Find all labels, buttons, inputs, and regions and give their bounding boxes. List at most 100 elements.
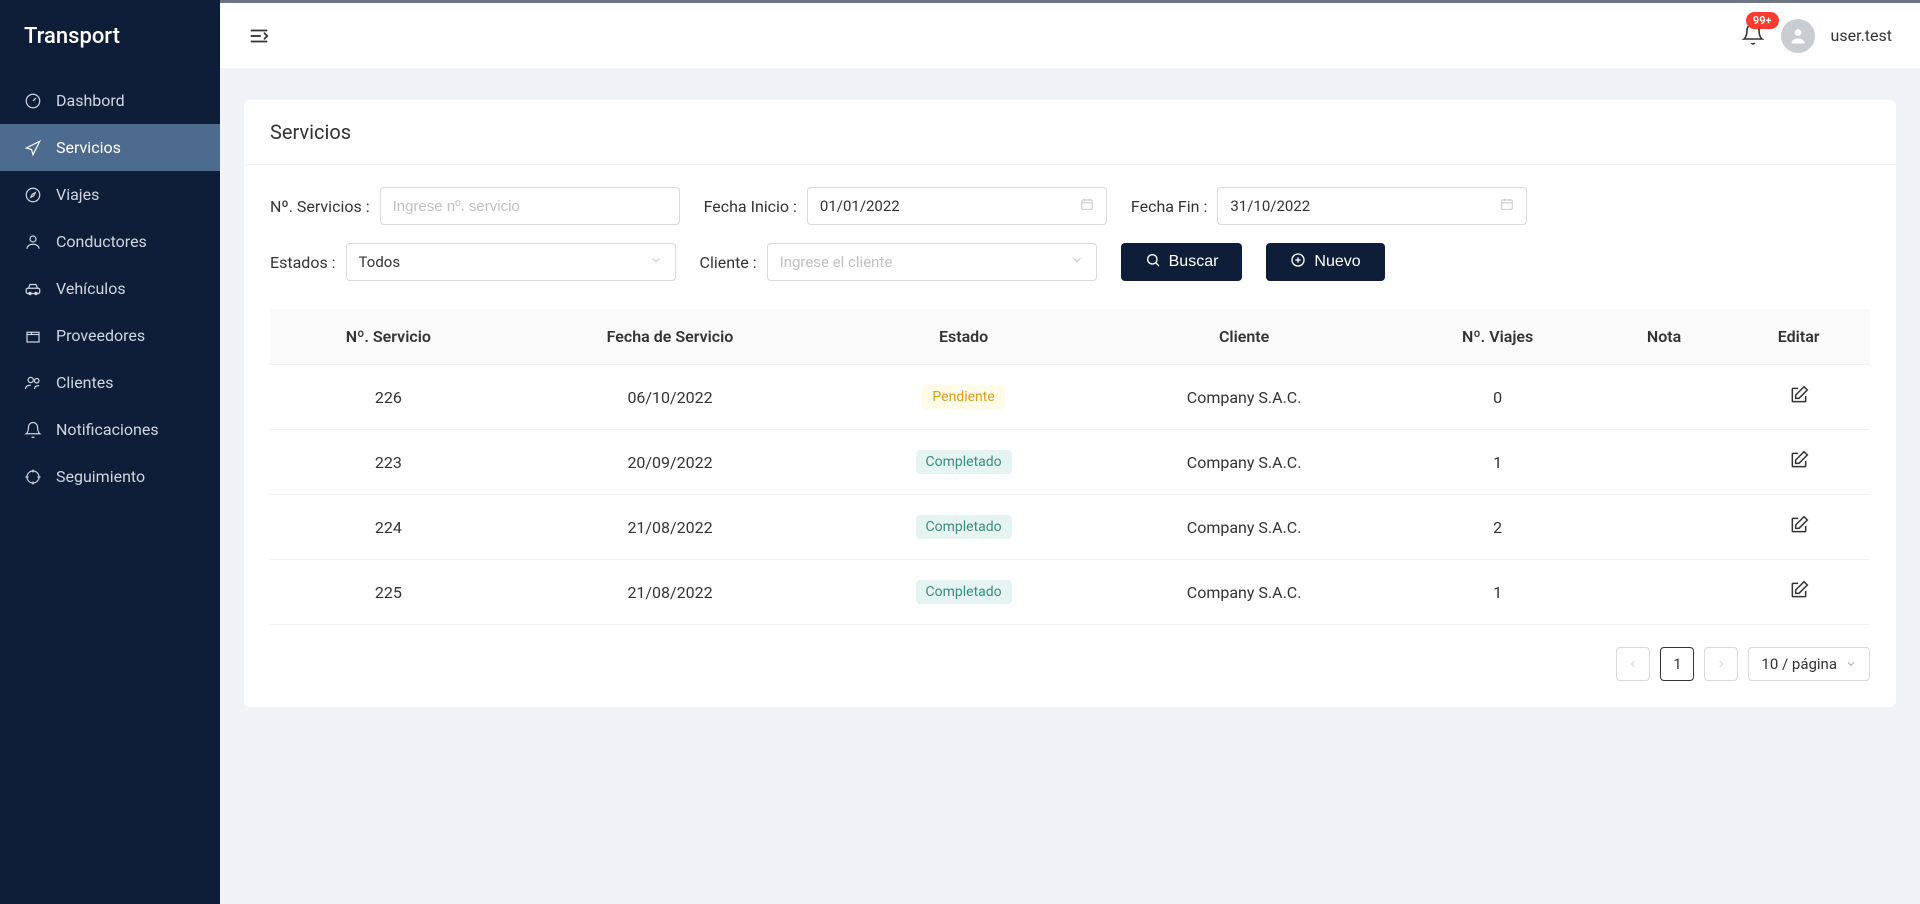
cell-estado: Completado <box>833 430 1093 495</box>
users-icon <box>24 374 42 392</box>
edit-button[interactable] <box>1789 580 1809 600</box>
nuevo-label: Nuevo <box>1314 253 1360 271</box>
cell-editar <box>1727 430 1870 495</box>
sidebar-item-proveedores[interactable]: Proveedores <box>0 312 220 359</box>
cell-viajes: 2 <box>1394 495 1600 560</box>
sidebar-item-clientes[interactable]: Clientes <box>0 359 220 406</box>
cell-nota <box>1601 365 1727 430</box>
page-next-button[interactable] <box>1704 647 1738 681</box>
compass-icon <box>24 186 42 204</box>
box-icon <box>24 327 42 345</box>
gauge-icon <box>24 92 42 110</box>
table-row: 22606/10/2022PendienteCompany S.A.C.0 <box>270 365 1870 430</box>
fecha-fin-value: 31/10/2022 <box>1230 197 1310 215</box>
sidebar-item-viajes[interactable]: Viajes <box>0 171 220 218</box>
estados-select[interactable]: Todos <box>346 243 676 281</box>
sidebar-item-label: Clientes <box>56 373 114 392</box>
cell-viajes: 1 <box>1394 560 1600 625</box>
cell-editar <box>1727 365 1870 430</box>
cell-viajes: 1 <box>1394 430 1600 495</box>
services-card: Servicios Nº. Servicios : <box>244 100 1896 707</box>
cell-fecha: 21/08/2022 <box>507 495 834 560</box>
sidebar-item-conductores[interactable]: Conductores <box>0 218 220 265</box>
avatar[interactable] <box>1781 19 1815 53</box>
fecha-fin-input[interactable]: 31/10/2022 <box>1217 187 1527 225</box>
estados-label: Estados : <box>270 253 336 272</box>
status-badge: Completado <box>916 515 1012 539</box>
sidebar-item-seguimiento[interactable]: Seguimiento <box>0 453 220 500</box>
nuevo-button[interactable]: Nuevo <box>1266 243 1384 281</box>
sidebar-item-dashbord[interactable]: Dashbord <box>0 77 220 124</box>
cell-cliente: Company S.A.C. <box>1094 430 1395 495</box>
search-icon <box>1145 252 1161 273</box>
sidebar-item-label: Seguimiento <box>56 467 145 486</box>
estados-value: Todos <box>359 253 401 271</box>
sidebar-item-label: Servicios <box>56 138 121 157</box>
cell-estado: Completado <box>833 495 1093 560</box>
table-header: Nº. Viajes <box>1394 309 1600 365</box>
edit-button[interactable] <box>1789 515 1809 535</box>
table-header: Fecha de Servicio <box>507 309 834 365</box>
table-row: 22421/08/2022 Completado Company S.A.C.2 <box>270 495 1870 560</box>
cell-viajes: 0 <box>1394 365 1600 430</box>
status-badge: Completado <box>916 580 1012 604</box>
edit-button[interactable] <box>1789 385 1809 405</box>
sidebar-item-label: Proveedores <box>56 326 145 345</box>
cell-nota <box>1601 495 1727 560</box>
table-header: Nota <box>1601 309 1727 365</box>
sidebar-item-label: Vehículos <box>56 279 126 298</box>
cell-num: 223 <box>270 430 507 495</box>
numero-input[interactable] <box>393 198 667 215</box>
page-size-select[interactable]: 10 / página <box>1748 647 1870 681</box>
cell-num: 226 <box>270 365 507 430</box>
fecha-inicio-input[interactable]: 01/01/2022 <box>807 187 1107 225</box>
cell-fecha: 20/09/2022 <box>507 430 834 495</box>
cell-cliente: Company S.A.C. <box>1094 495 1395 560</box>
notifications-badge: 99+ <box>1746 12 1779 29</box>
car-icon <box>24 280 42 298</box>
page-size-label: 10 / página <box>1761 655 1837 673</box>
cell-num: 224 <box>270 495 507 560</box>
sidebar-item-label: Notificaciones <box>56 420 159 439</box>
table-header: Cliente <box>1094 309 1395 365</box>
page-number[interactable]: 1 <box>1660 647 1694 681</box>
user-icon <box>24 233 42 251</box>
edit-button[interactable] <box>1789 450 1809 470</box>
table-header: Editar <box>1727 309 1870 365</box>
cell-estado: Pendiente <box>833 365 1093 430</box>
cell-nota <box>1601 430 1727 495</box>
chevron-down-icon <box>649 253 663 271</box>
page-prev-button[interactable] <box>1616 647 1650 681</box>
table-header: Nº. Servicio <box>270 309 507 365</box>
menu-toggle-icon[interactable] <box>248 25 270 47</box>
topbar: 99+ user.test <box>220 0 1920 68</box>
fecha-inicio-label: Fecha Inicio : <box>704 197 797 216</box>
fecha-inicio-value: 01/01/2022 <box>820 197 900 215</box>
notifications-button[interactable]: 99+ <box>1741 22 1765 50</box>
plus-circle-icon <box>1290 252 1306 273</box>
username-label: user.test <box>1831 26 1892 45</box>
table-header: Estado <box>833 309 1093 365</box>
fecha-fin-label: Fecha Fin : <box>1131 197 1207 216</box>
sidebar-item-label: Viajes <box>56 185 99 204</box>
crosshair-icon <box>24 468 42 486</box>
buscar-button[interactable]: Buscar <box>1121 243 1243 281</box>
cell-editar <box>1727 560 1870 625</box>
sidebar-item-vehículos[interactable]: Vehículos <box>0 265 220 312</box>
status-badge: Pendiente <box>922 385 1004 409</box>
cliente-select[interactable]: Ingrese el cliente <box>767 243 1097 281</box>
cell-cliente: Company S.A.C. <box>1094 365 1395 430</box>
sidebar: Transport DashbordServiciosViajesConduct… <box>0 0 220 904</box>
calendar-icon <box>1500 197 1514 215</box>
cell-estado: Completado <box>833 560 1093 625</box>
table-row: 22521/08/2022CompletadoCompany S.A.C.1 <box>270 560 1870 625</box>
table-row: 22320/09/2022CompletadoCompany S.A.C.1 <box>270 430 1870 495</box>
page-title: Servicios <box>244 100 1896 165</box>
cliente-label: Cliente : <box>700 253 757 272</box>
buscar-label: Buscar <box>1169 253 1219 271</box>
sidebar-item-servicios[interactable]: Servicios <box>0 124 220 171</box>
cell-editar <box>1727 495 1870 560</box>
calendar-icon <box>1080 197 1094 215</box>
sidebar-item-notificaciones[interactable]: Notificaciones <box>0 406 220 453</box>
send-icon <box>24 139 42 157</box>
